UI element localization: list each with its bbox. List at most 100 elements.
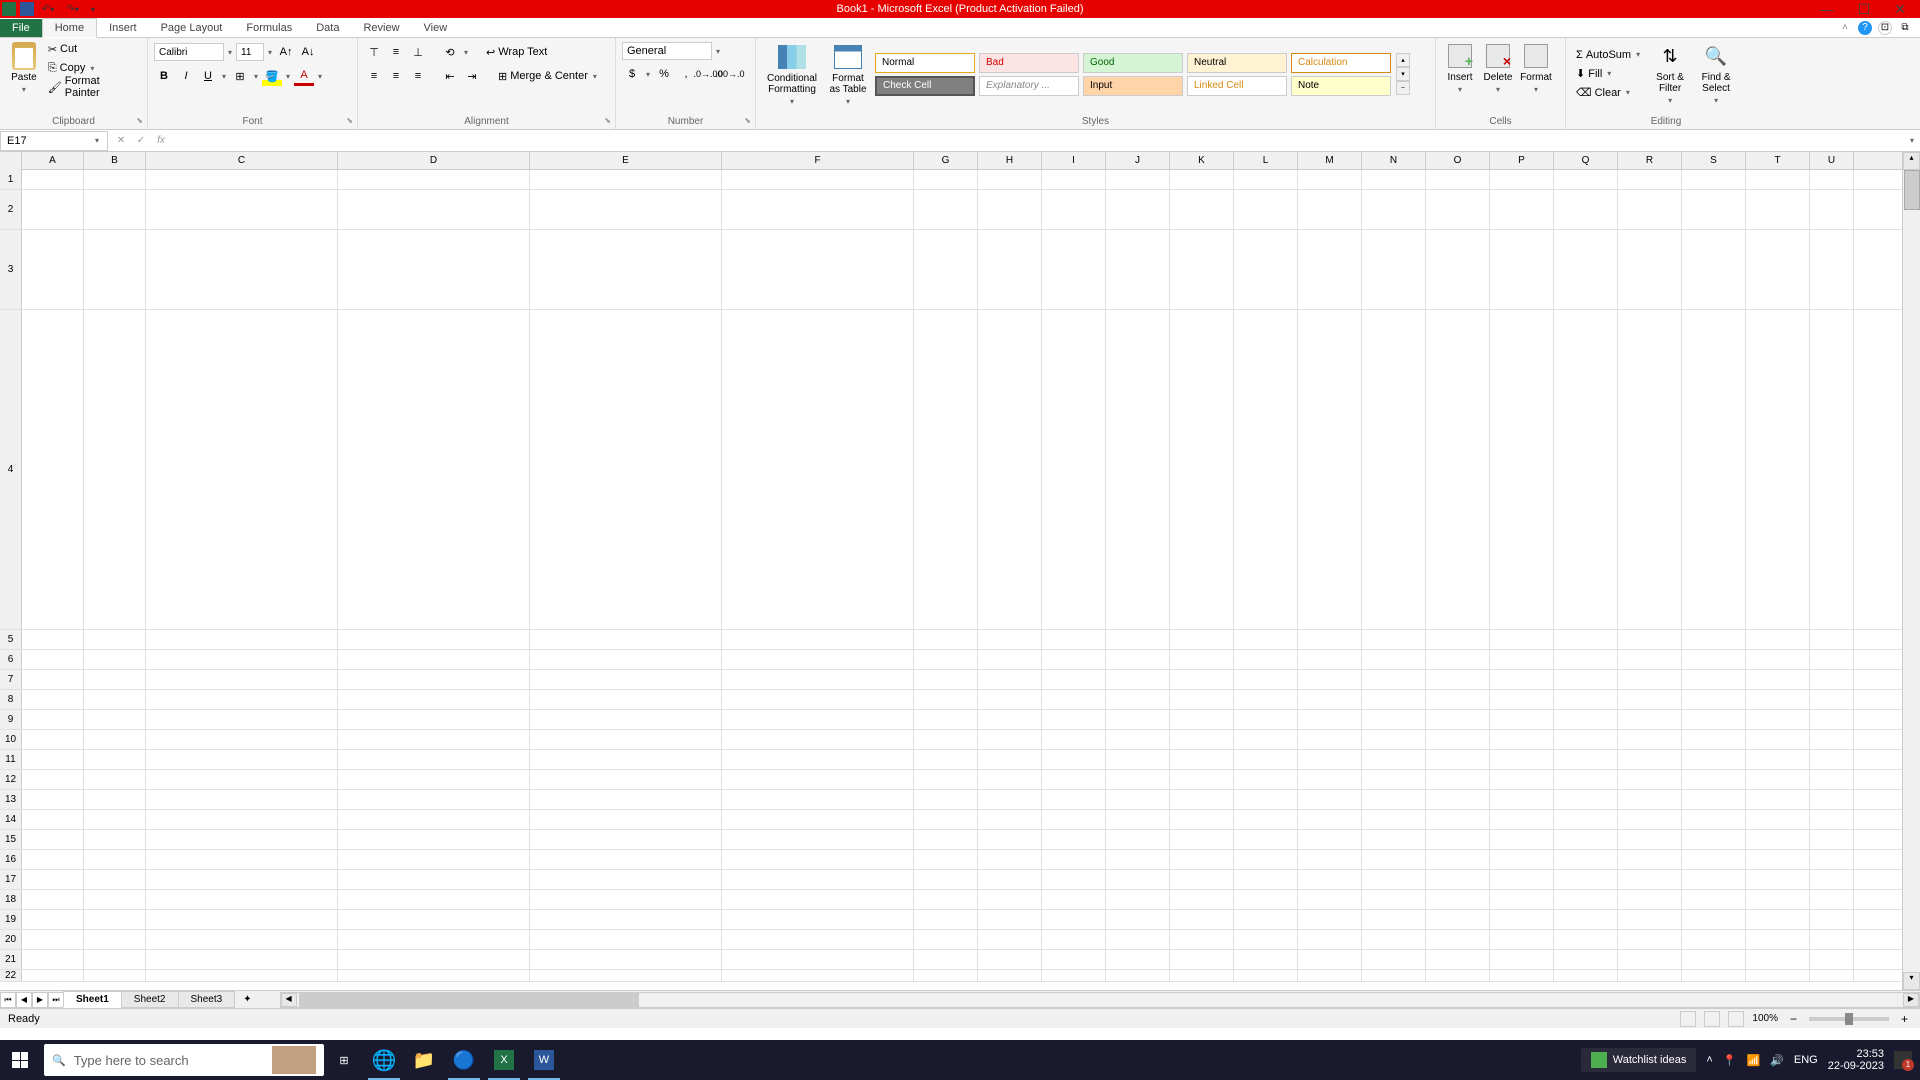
cell[interactable] <box>722 170 914 190</box>
cell[interactable] <box>146 930 338 950</box>
cell[interactable] <box>1554 650 1618 670</box>
cell[interactable] <box>1490 890 1554 910</box>
cell[interactable] <box>338 870 530 890</box>
row-header[interactable]: 14 <box>0 810 22 829</box>
cell[interactable] <box>978 870 1042 890</box>
row-header[interactable]: 9 <box>0 710 22 729</box>
cell[interactable] <box>22 790 84 810</box>
cell[interactable] <box>338 650 530 670</box>
page-break-view-button[interactable] <box>1728 1011 1744 1027</box>
alignment-launcher[interactable]: ⬊ <box>604 116 611 125</box>
cell[interactable] <box>1042 950 1106 970</box>
cell[interactable] <box>1554 910 1618 930</box>
cell[interactable] <box>1106 630 1170 650</box>
cell[interactable] <box>1490 310 1554 630</box>
tab-insert[interactable]: Insert <box>97 19 149 37</box>
fx-icon[interactable]: fx <box>152 132 170 150</box>
cell[interactable] <box>84 830 146 850</box>
column-header[interactable]: D <box>338 152 530 169</box>
cell[interactable] <box>84 730 146 750</box>
cell[interactable] <box>338 830 530 850</box>
cell[interactable] <box>1618 710 1682 730</box>
taskbar-explorer[interactable]: 📁 <box>404 1040 444 1080</box>
cell[interactable] <box>338 310 530 630</box>
column-header[interactable]: O <box>1426 152 1490 169</box>
cell[interactable] <box>1746 650 1810 670</box>
cell[interactable] <box>22 850 84 870</box>
cell[interactable] <box>1042 710 1106 730</box>
cell[interactable] <box>1234 870 1298 890</box>
cell[interactable] <box>1042 890 1106 910</box>
cell[interactable] <box>1618 910 1682 930</box>
font-color-dropdown[interactable]: ▾ <box>316 72 324 81</box>
style-neutral[interactable]: Neutral <box>1187 53 1287 73</box>
cell[interactable] <box>1682 730 1746 750</box>
cell[interactable] <box>1490 810 1554 830</box>
sheet-tab-3[interactable]: Sheet3 <box>178 991 236 1008</box>
cell[interactable] <box>1234 830 1298 850</box>
cell[interactable] <box>1682 650 1746 670</box>
cell[interactable] <box>1746 710 1810 730</box>
cell[interactable] <box>338 190 530 230</box>
cell[interactable] <box>722 710 914 730</box>
cell[interactable] <box>146 190 338 230</box>
cell[interactable] <box>914 950 978 970</box>
cell[interactable] <box>1490 770 1554 790</box>
cell[interactable] <box>1426 830 1490 850</box>
cell[interactable] <box>84 710 146 730</box>
cell[interactable] <box>1682 890 1746 910</box>
scroll-left-button[interactable]: ◀ <box>281 993 297 1007</box>
increase-font-button[interactable]: A↑ <box>276 42 296 62</box>
cell[interactable] <box>1106 870 1170 890</box>
cell[interactable] <box>146 170 338 190</box>
cell[interactable] <box>1170 170 1234 190</box>
cell[interactable] <box>1106 770 1170 790</box>
cell[interactable] <box>1042 190 1106 230</box>
format-painter-button[interactable]: 🖌Format Painter <box>44 78 141 96</box>
cell[interactable] <box>978 310 1042 630</box>
italic-button[interactable]: I <box>176 66 196 86</box>
task-view-button[interactable]: ⊞ <box>324 1040 364 1080</box>
cell[interactable] <box>530 910 722 930</box>
select-all-button[interactable] <box>0 152 22 170</box>
style-calculation[interactable]: Calculation <box>1291 53 1391 73</box>
cell[interactable] <box>1362 650 1426 670</box>
cell[interactable] <box>1618 970 1682 982</box>
cell[interactable] <box>1810 630 1854 650</box>
cell[interactable] <box>1426 190 1490 230</box>
cell[interactable] <box>978 750 1042 770</box>
column-header[interactable]: M <box>1298 152 1362 169</box>
cell[interactable] <box>1682 190 1746 230</box>
cell[interactable] <box>1554 830 1618 850</box>
taskbar-excel[interactable]: X <box>484 1040 524 1080</box>
cell[interactable] <box>1810 310 1854 630</box>
cell[interactable] <box>1746 810 1810 830</box>
column-header[interactable]: K <box>1170 152 1234 169</box>
fill-color-button[interactable]: 🪣 <box>262 66 282 86</box>
search-box[interactable]: 🔍 Type here to search <box>44 1044 324 1076</box>
cell[interactable] <box>722 670 914 690</box>
cell[interactable] <box>914 750 978 770</box>
cell[interactable] <box>1682 670 1746 690</box>
cell[interactable] <box>530 770 722 790</box>
cell[interactable] <box>978 930 1042 950</box>
cell[interactable] <box>146 810 338 830</box>
cell[interactable] <box>1810 770 1854 790</box>
cell[interactable] <box>1490 690 1554 710</box>
cell[interactable] <box>84 170 146 190</box>
cell[interactable] <box>722 630 914 650</box>
style-bad[interactable]: Bad <box>979 53 1079 73</box>
cell[interactable] <box>1682 910 1746 930</box>
cell[interactable] <box>1042 830 1106 850</box>
cell[interactable] <box>84 850 146 870</box>
cell[interactable] <box>914 730 978 750</box>
cell[interactable] <box>1682 170 1746 190</box>
cell[interactable] <box>914 910 978 930</box>
column-header[interactable]: J <box>1106 152 1170 169</box>
cell[interactable] <box>914 710 978 730</box>
cell[interactable] <box>22 910 84 930</box>
cell[interactable] <box>530 170 722 190</box>
cell[interactable] <box>530 970 722 982</box>
cell[interactable] <box>1490 630 1554 650</box>
cell[interactable] <box>1170 670 1234 690</box>
